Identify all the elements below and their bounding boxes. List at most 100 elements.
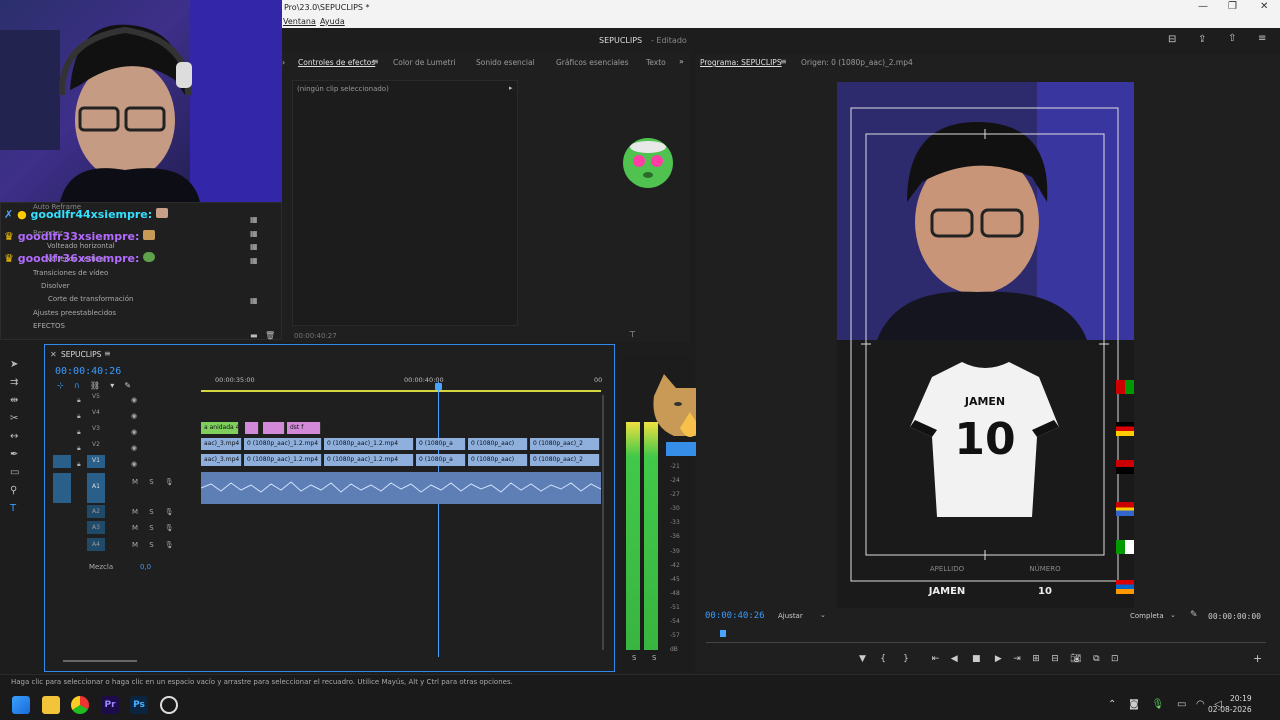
discord-icon[interactable]: ◙ xyxy=(1129,699,1139,710)
playhead-handle[interactable] xyxy=(435,383,442,390)
v1-clip[interactable]: 0 (1080p_aac)_1.2.mp4 xyxy=(244,454,322,466)
windows-start-icon[interactable] xyxy=(12,696,30,714)
selection-tool-icon[interactable]: ➤ xyxy=(10,356,19,374)
photoshop-icon[interactable]: Ps xyxy=(130,696,148,714)
tab-sonido-esencial[interactable]: Sonido esencial xyxy=(476,58,535,67)
mic-icon[interactable]: 🎙︎ xyxy=(165,524,174,532)
hand-icon[interactable]: ⚲ xyxy=(10,482,19,500)
v3-clip[interactable] xyxy=(263,422,285,434)
vertical-scrollbar[interactable] xyxy=(602,395,604,650)
eye-icon[interactable]: ◉ xyxy=(131,392,137,408)
filter-icon[interactable]: ⊤ xyxy=(629,330,636,339)
extract-icon[interactable]: ⊟ xyxy=(1051,654,1059,664)
solo-button[interactable]: S xyxy=(149,541,153,549)
v2-clip[interactable]: 0 (1080p_aac)_1.2.mp4 xyxy=(324,438,414,450)
program-timecode[interactable]: 00:00:40:26 xyxy=(705,611,765,621)
source-patch-a1[interactable] xyxy=(53,473,71,503)
program-video[interactable]: JAMEN 10 APELLIDO NÚMERO JAMEN 10 xyxy=(837,82,1134,608)
premiere-icon[interactable]: Pr xyxy=(101,696,119,714)
tab-menu-icon[interactable]: ≡ xyxy=(372,57,379,66)
effect-controls-area[interactable]: (ningún clip seleccionado) ▸ xyxy=(292,80,518,326)
tab-menu-icon[interactable]: ≡ xyxy=(780,57,787,66)
slip-icon[interactable]: ↔ xyxy=(10,428,19,446)
horizontal-scrollbar[interactable] xyxy=(63,660,137,662)
panel-expand-icon[interactable]: › xyxy=(282,58,285,67)
step-back-icon[interactable]: ◀ xyxy=(951,654,958,664)
v2-clip[interactable]: 0 (1080p_aac)_1.2.mp4 xyxy=(244,438,322,450)
maximize-icon[interactable]: ❐ xyxy=(1228,1,1237,12)
menu-icon[interactable]: ≡ xyxy=(1258,33,1266,44)
add-button-icon[interactable]: + xyxy=(1253,652,1262,665)
workspaces-icon[interactable]: ⊟ xyxy=(1168,34,1176,45)
multicam-icon[interactable]: ⊡ xyxy=(1111,654,1119,664)
a1-audio-clip[interactable] xyxy=(201,472,601,504)
v2-clip[interactable]: 0 (1080p_a xyxy=(416,438,466,450)
menu-ayuda[interactable]: Ayuda xyxy=(320,17,345,26)
lift-icon[interactable]: ⊞ xyxy=(1032,654,1040,664)
lock-icon[interactable]: 🔒︎ xyxy=(77,408,81,424)
type-tool-icon[interactable]: T xyxy=(10,500,19,518)
tab-graficos-esenciales[interactable]: Gráficos esenciales xyxy=(556,58,629,67)
lock-icon[interactable]: 🔒︎ xyxy=(77,456,81,472)
effect-item[interactable]: EFECTOS xyxy=(33,322,65,330)
mute-button[interactable]: M xyxy=(132,478,138,486)
snap-icon[interactable]: ∩ xyxy=(74,381,80,390)
v3-clip[interactable]: a anidada 48 xyxy=(201,422,239,434)
v3-clip[interactable] xyxy=(245,422,259,434)
mic-icon[interactable]: 🎙︎ xyxy=(165,508,174,516)
mix-value[interactable]: 0,0 xyxy=(140,563,151,571)
go-to-out-icon[interactable]: ⇥ xyxy=(1013,654,1021,664)
add-marker-icon[interactable]: ▼ xyxy=(859,654,866,664)
solo-right-button[interactable]: S xyxy=(652,654,656,662)
timeline-timecode[interactable]: 00:00:40:26 xyxy=(55,366,121,377)
eye-icon[interactable]: ◉ xyxy=(131,408,137,424)
track-select-icon[interactable]: ⇉ xyxy=(10,374,19,392)
new-bin-icon[interactable]: ▬ xyxy=(250,331,258,340)
ripple-edit-icon[interactable]: ⇹ xyxy=(10,392,19,410)
settings-wrench-icon[interactable]: ✎ xyxy=(1190,610,1198,620)
work-area-bar[interactable] xyxy=(201,390,601,392)
quality-dropdown[interactable]: Completa xyxy=(1130,612,1164,620)
tab-menu-icon[interactable]: ≡ xyxy=(104,349,111,358)
solo-button[interactable]: S xyxy=(149,524,153,532)
mic-icon[interactable]: 🎙︎ xyxy=(165,541,174,549)
go-to-in-icon[interactable]: ⇤ xyxy=(932,654,940,664)
mic-icon[interactable]: 🎙︎ xyxy=(165,478,174,486)
marker-icon[interactable]: ▾ xyxy=(110,381,114,390)
camera-icon[interactable]: 📷︎ xyxy=(1070,654,1081,664)
v1-clip[interactable]: aac)_3.mp4 xyxy=(201,454,242,466)
stop-icon[interactable]: ■ xyxy=(972,654,981,664)
menu-ventana[interactable]: Ventana xyxy=(283,17,316,26)
v1-clip[interactable]: 0 (1080p_aac) xyxy=(468,454,528,466)
lock-icon[interactable]: 🔒︎ xyxy=(77,392,81,408)
solo-button[interactable]: S xyxy=(149,508,153,516)
tab-color-de-lumetri[interactable]: Color de Lumetri xyxy=(393,58,456,67)
eye-icon[interactable]: ◉ xyxy=(131,440,137,456)
effect-item[interactable]: Disolver xyxy=(41,282,70,290)
wifi-icon[interactable]: ◠ xyxy=(1196,699,1205,710)
v3-clip[interactable]: dst f xyxy=(287,422,321,434)
v1-clip[interactable]: 0 (1080p_a xyxy=(416,454,466,466)
compare-icon[interactable]: ⧉ xyxy=(1093,654,1099,664)
minimize-icon[interactable]: — xyxy=(1198,1,1208,12)
wrench-icon[interactable]: ✎ xyxy=(124,381,131,390)
file-explorer-icon[interactable] xyxy=(42,696,60,714)
close-icon[interactable]: ✕ xyxy=(1260,1,1268,12)
effect-item[interactable]: Ajustes preestablecidos xyxy=(33,309,116,317)
v1-clip[interactable]: 0 (1080p_aac)_2 xyxy=(530,454,600,466)
fit-dropdown[interactable]: Ajustar xyxy=(778,612,803,620)
razor-icon[interactable]: ✂ xyxy=(10,410,19,428)
play-icon[interactable]: ▸ xyxy=(509,84,513,92)
export-icon[interactable]: ⇪ xyxy=(1198,34,1206,45)
tab-texto[interactable]: Texto xyxy=(646,58,666,67)
v2-clip[interactable]: aac)_3.mp4 xyxy=(201,438,242,450)
step-forward-icon[interactable]: ▶ xyxy=(995,654,1002,664)
nest-icon[interactable]: ⊹ xyxy=(57,381,64,390)
source-patch-v1[interactable] xyxy=(53,455,71,468)
solo-left-button[interactable]: S xyxy=(632,654,636,662)
mark-out-icon[interactable]: } xyxy=(903,654,909,664)
mute-button[interactable]: M xyxy=(132,524,138,532)
program-playhead[interactable] xyxy=(720,630,726,637)
lock-icon[interactable]: 🔒︎ xyxy=(77,424,81,440)
tab-controles-de-efectos[interactable]: Controles de efectos xyxy=(298,58,375,67)
